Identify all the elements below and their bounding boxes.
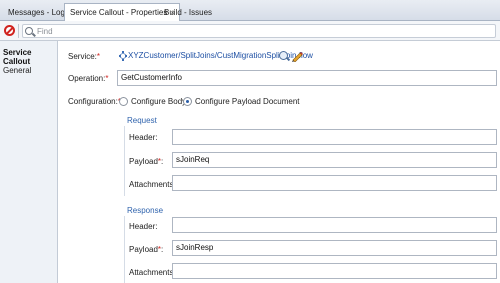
required-mark: * [105,74,109,83]
response-payload-label: Payload*: [129,245,164,254]
find-input[interactable]: Find [22,24,496,38]
response-group [124,216,125,283]
request-payload-label: Payload*: [129,157,164,166]
toolbar-separator [18,24,19,38]
required-mark: * [96,52,101,61]
response-attachments-field[interactable] [172,263,497,279]
response-header-label: Header: [129,222,158,231]
operation-label: Operation:* [68,74,108,83]
sidebar-item-service-callout[interactable]: Service Callout [3,48,57,66]
tab-label: Build - Issues [164,8,213,17]
tab-build-issues[interactable]: Build - Issues [158,3,218,21]
tab-label: Messages - Log [8,8,65,17]
configure-body-radio[interactable] [119,97,128,106]
find-placeholder: Find [37,27,53,36]
sidebar-item-general[interactable]: General [3,66,31,75]
configure-body-label[interactable]: Configure Body [131,97,186,106]
operation-label-text: Operation: [68,74,106,83]
request-attachments-field[interactable] [172,175,497,191]
request-section-title: Request [127,116,157,125]
service-label: Service:* [68,52,100,61]
edit-pencil-icon[interactable] [291,50,303,62]
stop-icon[interactable] [4,25,15,36]
search-icon [25,27,33,35]
flow-icon [119,51,127,61]
configuration-label-text: Configuration: [68,97,118,106]
browse-magnifier-icon[interactable] [279,51,288,60]
request-header-label: Header: [129,133,158,142]
tab-messages-log[interactable]: Messages - Log [2,3,71,21]
service-label-text: Service: [68,52,97,61]
request-header-field[interactable] [172,129,497,145]
response-payload-field[interactable]: sJoinResp [172,240,497,256]
operation-select[interactable]: GetCustomerInfo [117,70,497,86]
property-sidebar: Service Callout General [0,41,58,283]
request-payload-label-text: Payload [129,157,158,166]
response-attachments-label: Attachments: [129,268,176,277]
response-header-field[interactable] [172,217,497,233]
request-group [124,126,125,196]
required-mark: * [157,157,162,166]
request-payload-field[interactable]: sJoinReq [172,152,497,168]
configure-payload-document-label[interactable]: Configure Payload Document [195,97,300,106]
request-attachments-label: Attachments: [129,180,176,189]
configure-payload-document-radio[interactable] [183,97,192,106]
response-payload-label-text: Payload [129,245,158,254]
response-section-title: Response [127,206,164,215]
required-mark: * [157,245,162,254]
tab-label: Service Callout - Properties [70,8,168,17]
configuration-label: Configuration:* [68,97,121,106]
find-toolbar: Find [0,21,500,41]
editor-tab-bar: Messages - Log Service Callout - Propert… [0,0,500,22]
